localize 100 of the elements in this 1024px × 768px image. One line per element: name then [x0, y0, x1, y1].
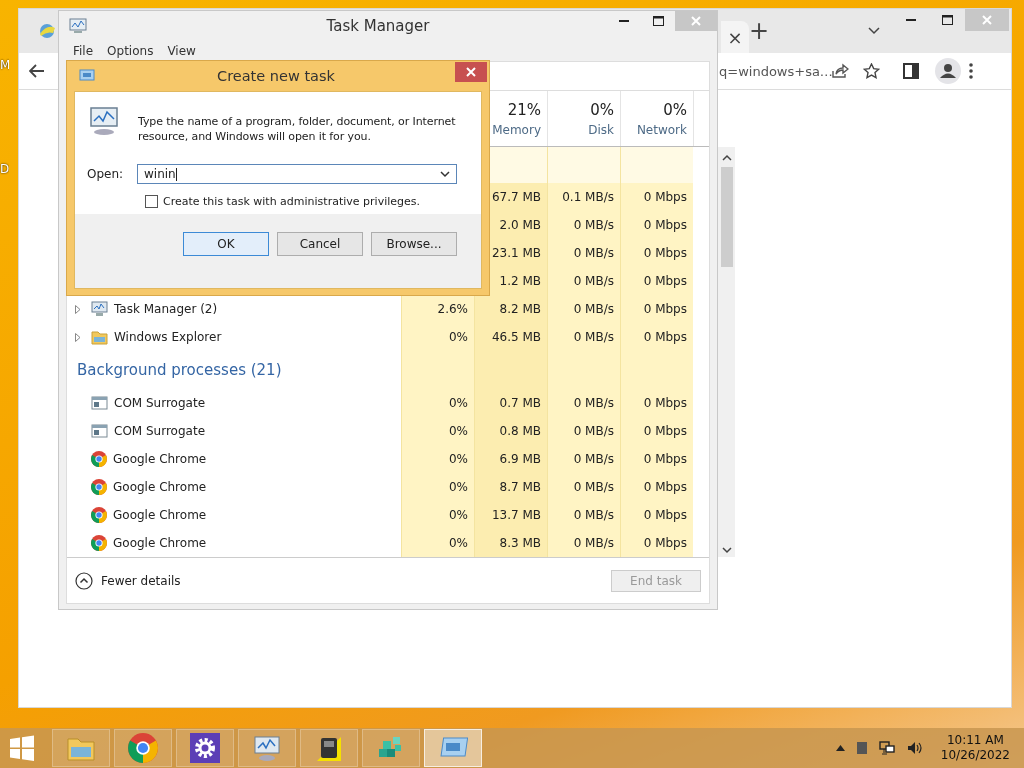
- column-percent: 0%: [663, 100, 687, 119]
- address-text[interactable]: q=windows+sa…: [719, 63, 831, 79]
- sidebar-icon[interactable]: [903, 63, 919, 79]
- back-arrow-icon[interactable]: [29, 64, 45, 78]
- square-icon[interactable]: [856, 742, 867, 754]
- column-header[interactable]: Memory: [492, 122, 541, 137]
- monitor-icon: [252, 734, 282, 762]
- column-header[interactable]: Disk: [588, 122, 614, 137]
- process-name: Google Chrome: [113, 508, 207, 522]
- scroll-up-icon[interactable]: [721, 153, 732, 163]
- chrome-icon: [91, 507, 107, 523]
- menu-icon[interactable]: [969, 63, 973, 79]
- checkbox-label[interactable]: Create this task with administrative privileges.: [163, 194, 420, 208]
- memory-cell: 8.7 MB: [474, 473, 547, 501]
- disk-cell: 0.1 MB/s: [547, 183, 620, 211]
- dialog-button[interactable]: OK: [183, 232, 269, 256]
- memory-cell: 8.2 MB: [474, 295, 547, 323]
- taskbar-button[interactable]: [300, 729, 358, 767]
- maximize-icon[interactable]: [941, 15, 953, 25]
- new-tab-button[interactable]: +: [749, 17, 769, 45]
- caret-up-icon[interactable]: [835, 745, 845, 751]
- chrome-icon: [91, 535, 107, 551]
- memory-cell: 46.5 MB: [474, 323, 547, 351]
- column-percent: 21%: [507, 100, 541, 119]
- profile-icon[interactable]: [935, 58, 961, 84]
- network-cell: 0 Mbps: [620, 417, 693, 445]
- expand-arrow-icon[interactable]: [75, 304, 81, 314]
- network-icon[interactable]: [878, 741, 895, 755]
- cpu-cell: 0%: [401, 417, 474, 445]
- checkbox[interactable]: [145, 194, 158, 208]
- disk-cell: 0 MB/s: [547, 211, 620, 239]
- network-cell: 0 Mbps: [620, 295, 693, 323]
- tab-close-button[interactable]: ×: [721, 21, 749, 53]
- cpu-cell: 0%: [401, 323, 474, 351]
- monitor-icon: [69, 18, 87, 34]
- window-title: Task Manager: [325, 17, 431, 35]
- collapse-circle-icon[interactable]: [75, 571, 93, 590]
- minimize-icon[interactable]: [619, 19, 629, 23]
- disk-cell: 0 MB/s: [547, 295, 620, 323]
- clock-date[interactable]: 10/26/2022: [940, 748, 1010, 763]
- window-icon: [91, 423, 108, 439]
- process-name: Google Chrome: [113, 536, 207, 550]
- menu-item[interactable]: Options: [107, 44, 154, 58]
- cpu-cell: 0%: [401, 445, 474, 473]
- network-cell: 0 Mbps: [620, 501, 693, 529]
- open-combo-field[interactable]: winin: [137, 164, 457, 185]
- scrollbar-thumb[interactable]: [720, 167, 733, 267]
- globe-icon: [37, 22, 57, 40]
- disk-cell: 0 MB/s: [547, 323, 620, 351]
- memory-cell: 8.3 MB: [474, 529, 547, 557]
- chevron-down-icon[interactable]: [867, 26, 881, 36]
- scroll-down-icon[interactable]: [721, 545, 732, 555]
- share-icon[interactable]: [831, 63, 849, 79]
- network-cell: 0 Mbps: [620, 473, 693, 501]
- network-cell: 0 Mbps: [620, 183, 693, 211]
- dialog-button[interactable]: Browse...: [371, 232, 457, 256]
- process-name: Google Chrome: [113, 452, 207, 466]
- maximize-icon[interactable]: [652, 16, 664, 26]
- star-icon[interactable]: [863, 63, 880, 79]
- scrollbar[interactable]: [718, 147, 735, 557]
- fewer-details-link[interactable]: Fewer details: [101, 573, 181, 588]
- memory-cell: 6.9 MB: [474, 445, 547, 473]
- chrome-icon: [91, 451, 107, 467]
- memory-cell: 13.7 MB: [474, 501, 547, 529]
- process-name: Task Manager (2): [114, 302, 218, 316]
- disk-cell: 0 MB/s: [547, 529, 620, 557]
- disk-cell: 0 MB/s: [547, 445, 620, 473]
- column-header[interactable]: Network: [636, 122, 687, 137]
- process-name: COM Surrogate: [114, 424, 205, 438]
- monitor-icon: [87, 106, 121, 136]
- process-name: Windows Explorer: [114, 330, 222, 344]
- disk-cell: 0 MB/s: [547, 267, 620, 295]
- menu-item[interactable]: View: [167, 44, 196, 58]
- network-cell: 0 Mbps: [620, 323, 693, 351]
- dialog-title: Create new task: [216, 67, 336, 86]
- network-cell: 0 Mbps: [620, 211, 693, 239]
- cpu-cell: 0%: [401, 473, 474, 501]
- speaker-icon[interactable]: [906, 741, 923, 755]
- chevron-down-icon[interactable]: [440, 170, 450, 178]
- minimize-icon[interactable]: [906, 18, 916, 22]
- close-button[interactable]: [455, 62, 487, 82]
- clock-time[interactable]: 10:11 AM: [946, 733, 1004, 748]
- expand-arrow-icon[interactable]: [75, 332, 81, 342]
- process-name: Google Chrome: [113, 480, 207, 494]
- disk-cell: 0 MB/s: [547, 389, 620, 417]
- menu-item[interactable]: File: [73, 44, 94, 58]
- disk-cell: 0 MB/s: [547, 473, 620, 501]
- network-cell: 0 Mbps: [620, 529, 693, 557]
- dialog-button[interactable]: Cancel: [277, 232, 363, 256]
- windows-logo-icon[interactable]: [9, 735, 35, 761]
- network-cell: 0 Mbps: [620, 239, 693, 267]
- taskbar-button[interactable]: [176, 729, 234, 767]
- column-percent: 0%: [590, 100, 614, 119]
- network-cell: 0 Mbps: [620, 389, 693, 417]
- network-cell: 0 Mbps: [620, 267, 693, 295]
- folder-icon: [91, 329, 108, 345]
- cpu-cell: 0%: [401, 501, 474, 529]
- cpu-cell: 2.6%: [401, 295, 474, 323]
- close-icon[interactable]: [466, 67, 476, 77]
- dialog-message: Type the name of a program, folder, document, or Internet resource, and Windows will open it for you.: [138, 114, 457, 144]
